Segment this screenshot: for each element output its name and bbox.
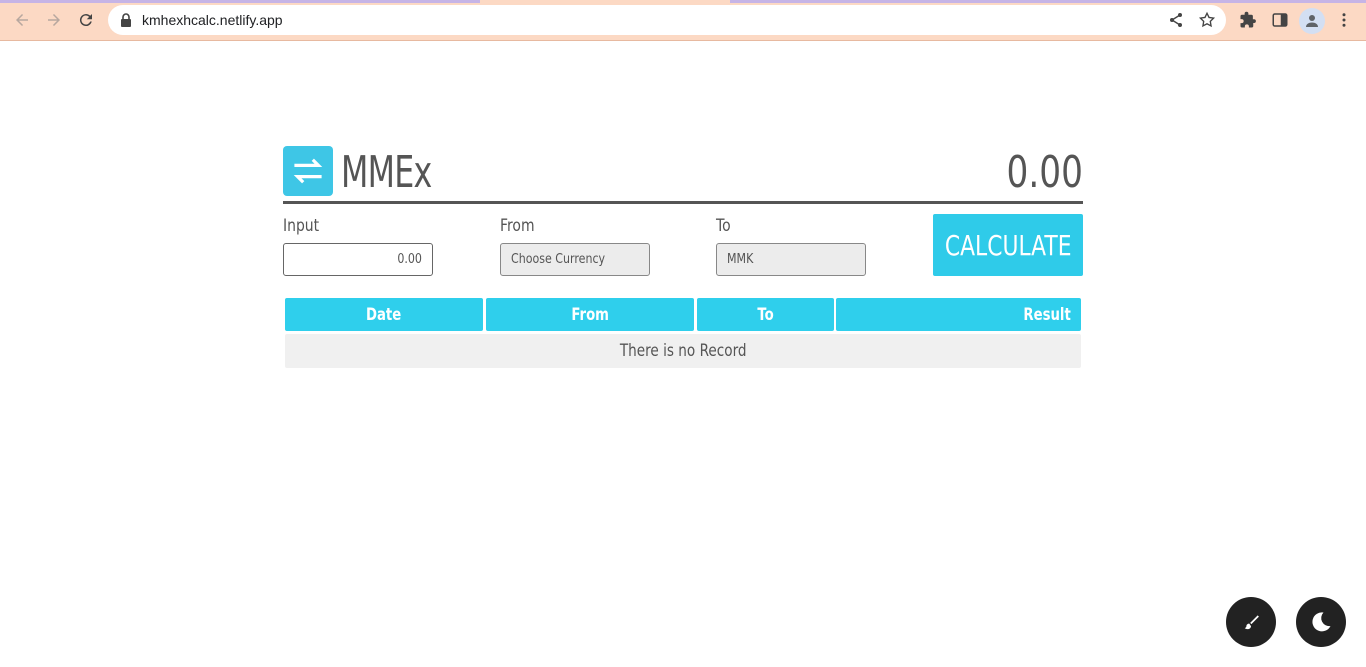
to-currency-value: MMK (727, 252, 754, 267)
amount-input-value: 0.00 (397, 252, 422, 267)
share-icon[interactable] (1168, 12, 1184, 28)
swap-arrows-icon (293, 158, 323, 184)
logo (283, 146, 333, 196)
person-icon (1306, 15, 1318, 27)
input-label: Input (283, 216, 320, 236)
reload-icon (79, 14, 92, 27)
app-title: MMEx (341, 147, 432, 198)
url-text: kmhexhcalc.netlify.app (142, 12, 283, 28)
paint-brush-icon (1244, 615, 1259, 630)
bookmark-star-icon[interactable] (1198, 11, 1216, 29)
from-label: From (500, 216, 535, 236)
calculate-button-label: CALCULATE (944, 228, 1072, 262)
theme-brush-button[interactable] (1226, 597, 1276, 647)
currency-calculator: MMEx 0.00 Input 0.00 From Choose Currenc… (283, 146, 1083, 368)
tab-strip-edge (730, 0, 1366, 3)
history-table: Date From To Result There is no Record (285, 298, 1081, 368)
moon-icon (1312, 612, 1331, 632)
arrow-left-icon (16, 14, 28, 26)
extensions-button[interactable] (1238, 10, 1258, 30)
to-label: To (716, 216, 731, 236)
from-currency-value: Choose Currency (511, 252, 606, 267)
kebab-menu-icon (1342, 13, 1346, 27)
empty-state-row: There is no Record (285, 334, 1081, 368)
to-currency-select[interactable]: MMK (716, 243, 866, 276)
back-button[interactable] (10, 8, 34, 32)
column-header-result: Result (836, 298, 1081, 331)
calculate-button[interactable]: CALCULATE (933, 214, 1083, 276)
amount-input[interactable]: 0.00 (283, 243, 433, 276)
empty-state-text: There is no Record (619, 341, 747, 361)
arrow-right-icon (48, 14, 60, 26)
table-header: Date From To Result (285, 298, 1081, 331)
profile-avatar-button[interactable] (1299, 8, 1325, 34)
reload-button[interactable] (74, 8, 98, 32)
column-header-to: To (697, 298, 834, 331)
address-bar[interactable]: kmhexhcalc.netlify.app (108, 5, 1226, 35)
puzzle-icon (1240, 11, 1256, 28)
tab-strip-edge (0, 0, 480, 3)
side-panel-button[interactable] (1270, 10, 1290, 30)
forward-button[interactable] (42, 8, 66, 32)
result-display: 0.00 (1006, 147, 1083, 198)
browser-toolbar: kmhexhcalc.netlify.app (0, 0, 1366, 41)
browser-menu-button[interactable] (1334, 10, 1354, 30)
lock-icon (121, 13, 131, 27)
column-header-date: Date (285, 298, 483, 331)
app-header: MMEx 0.00 (283, 146, 1083, 204)
side-panel-icon (1272, 13, 1288, 27)
column-header-from: From (486, 298, 694, 331)
dark-mode-toggle[interactable] (1296, 597, 1346, 647)
from-currency-select[interactable]: Choose Currency (500, 243, 650, 276)
